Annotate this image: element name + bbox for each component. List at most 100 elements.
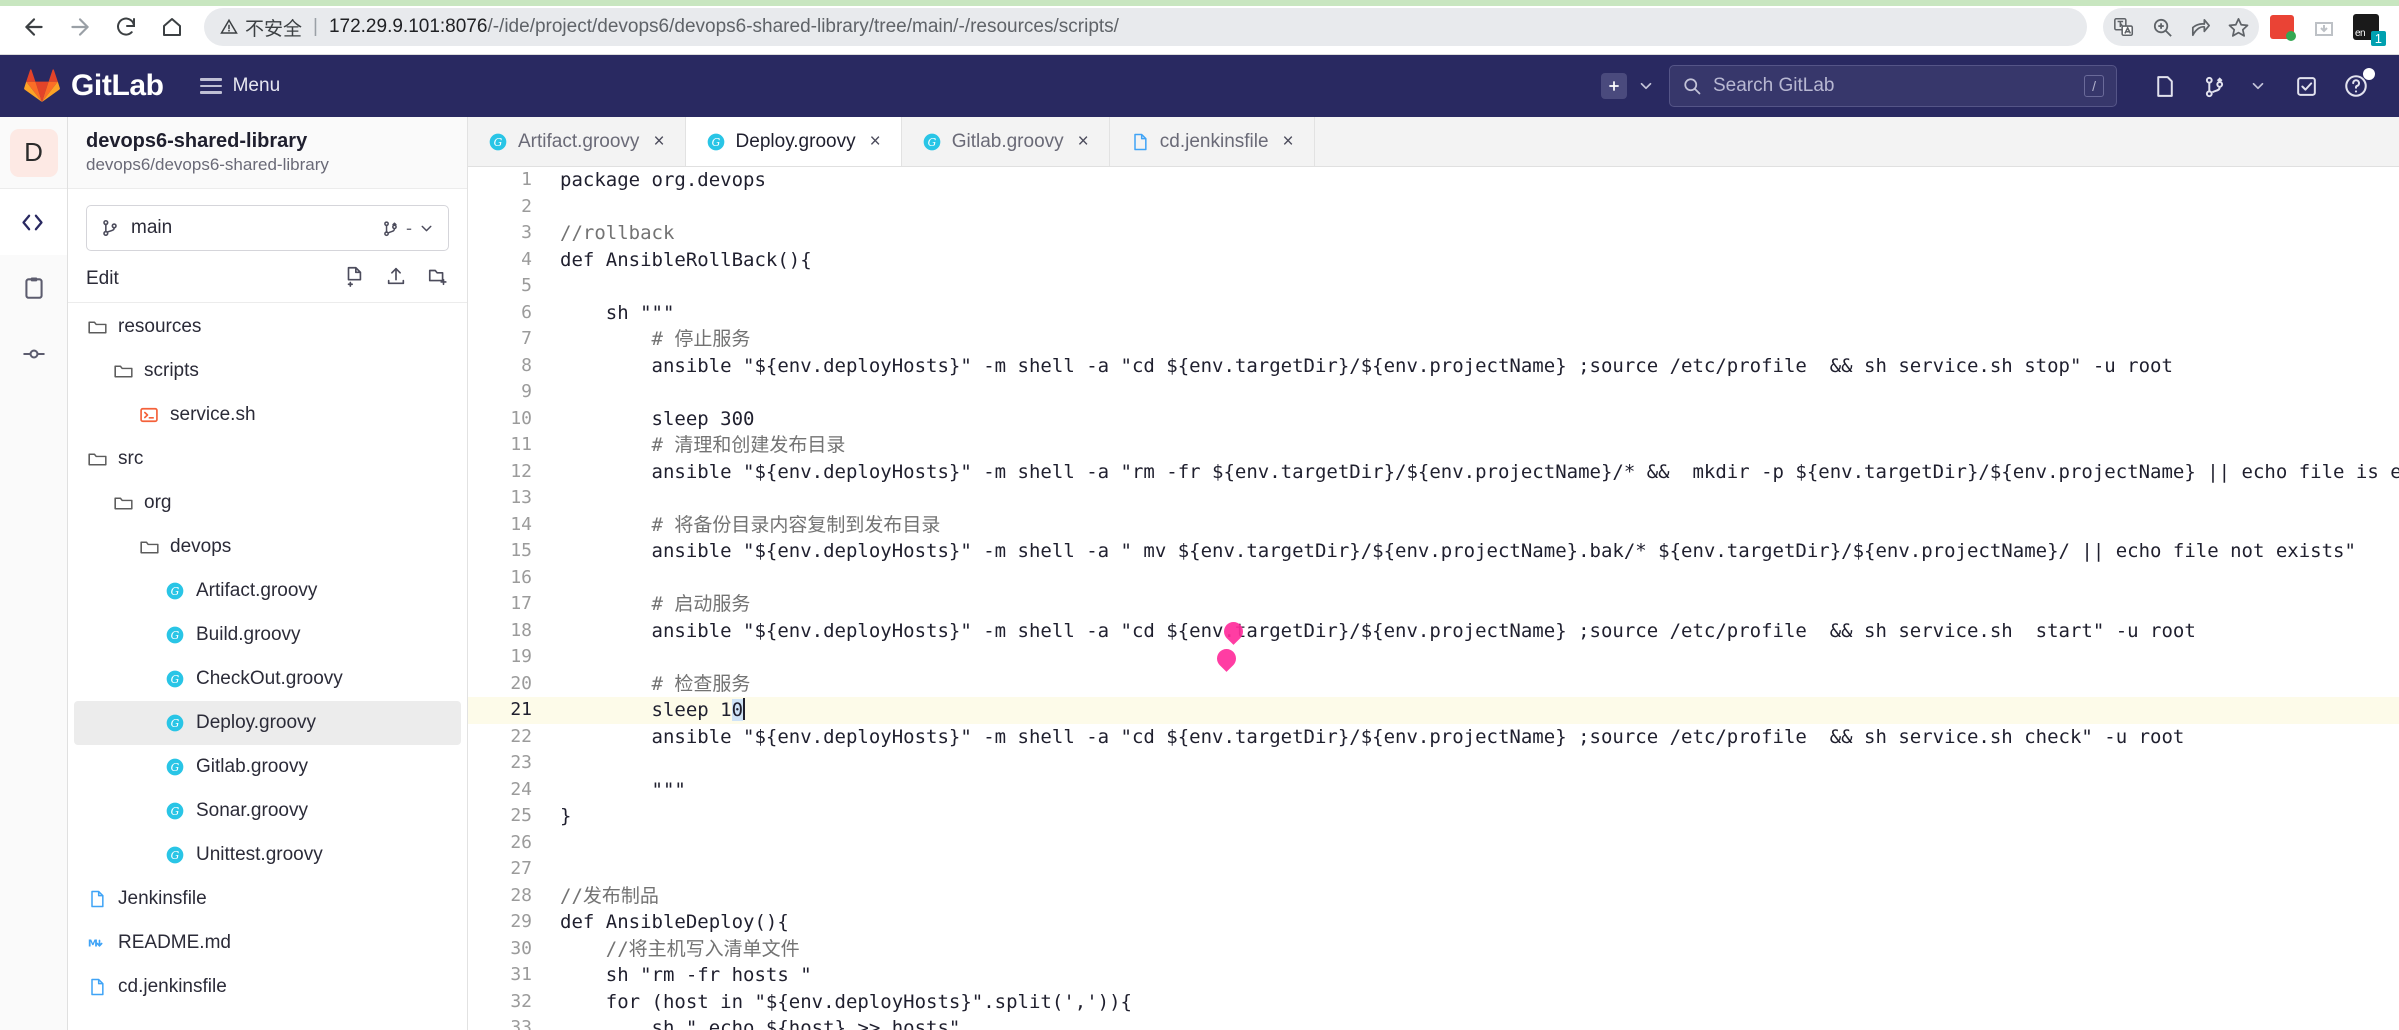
tree-item-jenkinsfile[interactable]: Jenkinsfile bbox=[74, 877, 461, 921]
code-line[interactable]: 10 sleep 300 bbox=[468, 406, 2399, 433]
code-line[interactable]: 32 for (host in "${env.deployHosts}".spl… bbox=[468, 989, 2399, 1016]
close-icon[interactable]: × bbox=[1283, 131, 1294, 153]
code-line[interactable]: 20 # 检查服务 bbox=[468, 671, 2399, 698]
gitlab-home-link[interactable]: GitLab bbox=[24, 69, 164, 103]
editor-area: G Artifact.groovy × G Deploy.groovy × G Gitlab.… bbox=[468, 117, 2399, 1030]
code-line[interactable]: 1 package org.devops bbox=[468, 167, 2399, 194]
code-line[interactable]: 29 def AnsibleDeploy(){ bbox=[468, 909, 2399, 936]
tree-item-resources[interactable]: resources bbox=[74, 305, 461, 349]
code-line[interactable]: 33 sh " echo ${host} >> hosts" bbox=[468, 1015, 2399, 1030]
security-warning[interactable]: 不安全 bbox=[220, 14, 302, 41]
tree-item-label: README.md bbox=[118, 932, 231, 953]
code-line[interactable]: 30 //将主机写入清单文件 bbox=[468, 936, 2399, 963]
code-line[interactable]: 19 bbox=[468, 644, 2399, 671]
code-line[interactable]: 6 sh """ bbox=[468, 300, 2399, 327]
back-arrow-icon[interactable] bbox=[14, 7, 54, 47]
extension-en-icon[interactable]: en 1 bbox=[2347, 8, 2386, 46]
tree-item-artifact-groovy[interactable]: G Artifact.groovy bbox=[74, 569, 461, 613]
close-icon[interactable]: × bbox=[653, 131, 664, 153]
create-new-button[interactable] bbox=[1601, 73, 1627, 99]
code-line[interactable]: 26 bbox=[468, 830, 2399, 857]
code-line[interactable]: 9 bbox=[468, 379, 2399, 406]
close-icon[interactable]: × bbox=[870, 131, 881, 153]
new-directory-icon[interactable] bbox=[427, 265, 449, 292]
tree-item-org[interactable]: org bbox=[74, 481, 461, 525]
tree-item-deploy-groovy[interactable]: G Deploy.groovy bbox=[74, 701, 461, 745]
new-file-icon[interactable] bbox=[343, 265, 365, 292]
code-line[interactable]: 4 def AnsibleRollBack(){ bbox=[468, 247, 2399, 274]
main-menu-button[interactable]: Menu bbox=[199, 75, 280, 97]
tree-item-sonar-groovy[interactable]: G Sonar.groovy bbox=[74, 789, 461, 833]
code-line[interactable]: 13 bbox=[468, 485, 2399, 512]
line-number: 3 bbox=[521, 222, 532, 243]
create-new-dropdown[interactable] bbox=[1627, 77, 1669, 95]
code-line[interactable]: 28 //发布制品 bbox=[468, 883, 2399, 910]
tab-artifact-groovy[interactable]: G Artifact.groovy × bbox=[468, 117, 686, 166]
code-editor[interactable]: 1 package org.devops 2 3//rollback 4 def Ansi… bbox=[468, 167, 2399, 1030]
code-line[interactable]: 31 sh "rm -fr hosts " bbox=[468, 962, 2399, 989]
rail-item-review[interactable] bbox=[0, 255, 67, 321]
share-icon[interactable] bbox=[2181, 8, 2219, 46]
branch-selector[interactable]: main - bbox=[86, 205, 449, 251]
home-icon[interactable] bbox=[152, 7, 192, 47]
tree-item-unittest-groovy[interactable]: G Unittest.groovy bbox=[74, 833, 461, 877]
code-line[interactable]: 14 # 将备份目录内容复制到发布目录 bbox=[468, 512, 2399, 539]
code-line[interactable]: 7 # 停止服务 bbox=[468, 326, 2399, 353]
issues-dropdown-caret[interactable] bbox=[2239, 77, 2281, 95]
zoom-icon[interactable] bbox=[2143, 8, 2181, 46]
close-icon[interactable]: × bbox=[1078, 131, 1089, 153]
extension-download-icon[interactable] bbox=[2305, 8, 2343, 46]
branch-icon bbox=[103, 219, 117, 237]
reload-icon[interactable] bbox=[106, 7, 146, 47]
translate-icon[interactable] bbox=[2105, 8, 2143, 46]
code-line[interactable]: 22 ansible "${env.deployHosts}" -m shell… bbox=[468, 724, 2399, 751]
address-bar[interactable]: 不安全 | 172.29.9.101:8076/-/ide/project/de… bbox=[204, 8, 2087, 46]
code-line[interactable]: 18 ansible "${env.deployHosts}" -m shell… bbox=[468, 618, 2399, 645]
code-line[interactable]: 16 bbox=[468, 565, 2399, 592]
search-input[interactable]: Search GitLab / bbox=[1669, 65, 2117, 107]
rail-item-commit[interactable] bbox=[0, 321, 67, 387]
tree-item-checkout-groovy[interactable]: G CheckOut.groovy bbox=[74, 657, 461, 701]
code-line[interactable]: 15 ansible "${env.deployHosts}" -m shell… bbox=[468, 538, 2399, 565]
tree-item-scripts[interactable]: scripts bbox=[74, 349, 461, 393]
code-line[interactable]: 3 //rollback bbox=[468, 220, 2399, 247]
tab-label: Artifact.groovy bbox=[518, 130, 640, 152]
tree-item-cd-jenkinsfile[interactable]: cd.jenkinsfile bbox=[74, 965, 461, 1009]
code-line[interactable]: 12 ansible "${env.deployHosts}" -m shell… bbox=[468, 459, 2399, 486]
branch-meta[interactable]: - bbox=[381, 218, 435, 239]
code-line[interactable]: 21 sleep 10 bbox=[468, 697, 2399, 724]
code-line[interactable]: 17 # 启动服务 bbox=[468, 591, 2399, 618]
code-line[interactable]: 8 ansible "${env.deployHosts}" -m shell … bbox=[468, 353, 2399, 380]
rail-item-edit[interactable] bbox=[0, 189, 67, 255]
tree-item-src[interactable]: src bbox=[74, 437, 461, 481]
file-tree-panel: devops6-shared-library devops6/devops6-s… bbox=[68, 117, 468, 1030]
upload-file-icon[interactable] bbox=[385, 265, 407, 292]
bookmark-star-icon[interactable] bbox=[2219, 8, 2257, 46]
search-shortcut-badge: / bbox=[2084, 75, 2104, 97]
help-icon[interactable] bbox=[2331, 64, 2381, 108]
tab-deploy-groovy[interactable]: G Deploy.groovy × bbox=[685, 117, 902, 166]
edit-label: Edit bbox=[86, 267, 119, 289]
code-line[interactable]: 24 """ bbox=[468, 777, 2399, 804]
code-line[interactable]: 5 bbox=[468, 273, 2399, 300]
tree-item-build-groovy[interactable]: G Build.groovy bbox=[74, 613, 461, 657]
tab-cd-jenkinsfile[interactable]: cd.jenkinsfile × bbox=[1109, 117, 1315, 166]
tree-item-gitlab-groovy[interactable]: G Gitlab.groovy bbox=[74, 745, 461, 789]
code-line[interactable]: 11 # 清理和创建发布目录 bbox=[468, 432, 2399, 459]
code-line[interactable]: 27 bbox=[468, 856, 2399, 883]
tree-item-devops[interactable]: devops bbox=[74, 525, 461, 569]
tab-gitlab-groovy[interactable]: G Gitlab.groovy × bbox=[901, 117, 1110, 166]
code-line[interactable]: 25} bbox=[468, 803, 2399, 830]
extension-red-icon[interactable] bbox=[2263, 8, 2301, 46]
code-line[interactable]: 2 bbox=[468, 194, 2399, 221]
line-number: 22 bbox=[510, 725, 532, 747]
code-scroll-area[interactable]: 1 package org.devops 2 3//rollback 4 def Ansi… bbox=[468, 167, 2399, 1030]
tree-item-service-sh[interactable]: service.sh bbox=[74, 393, 461, 437]
forward-arrow-icon[interactable] bbox=[60, 7, 100, 47]
issues-icon[interactable] bbox=[2189, 64, 2239, 108]
merge-request-icon[interactable] bbox=[2139, 64, 2189, 108]
tree-item-readme-md[interactable]: M README.md bbox=[74, 921, 461, 965]
svg-text:M: M bbox=[88, 938, 98, 949]
code-line[interactable]: 23 bbox=[468, 750, 2399, 777]
todos-icon[interactable] bbox=[2281, 64, 2331, 108]
